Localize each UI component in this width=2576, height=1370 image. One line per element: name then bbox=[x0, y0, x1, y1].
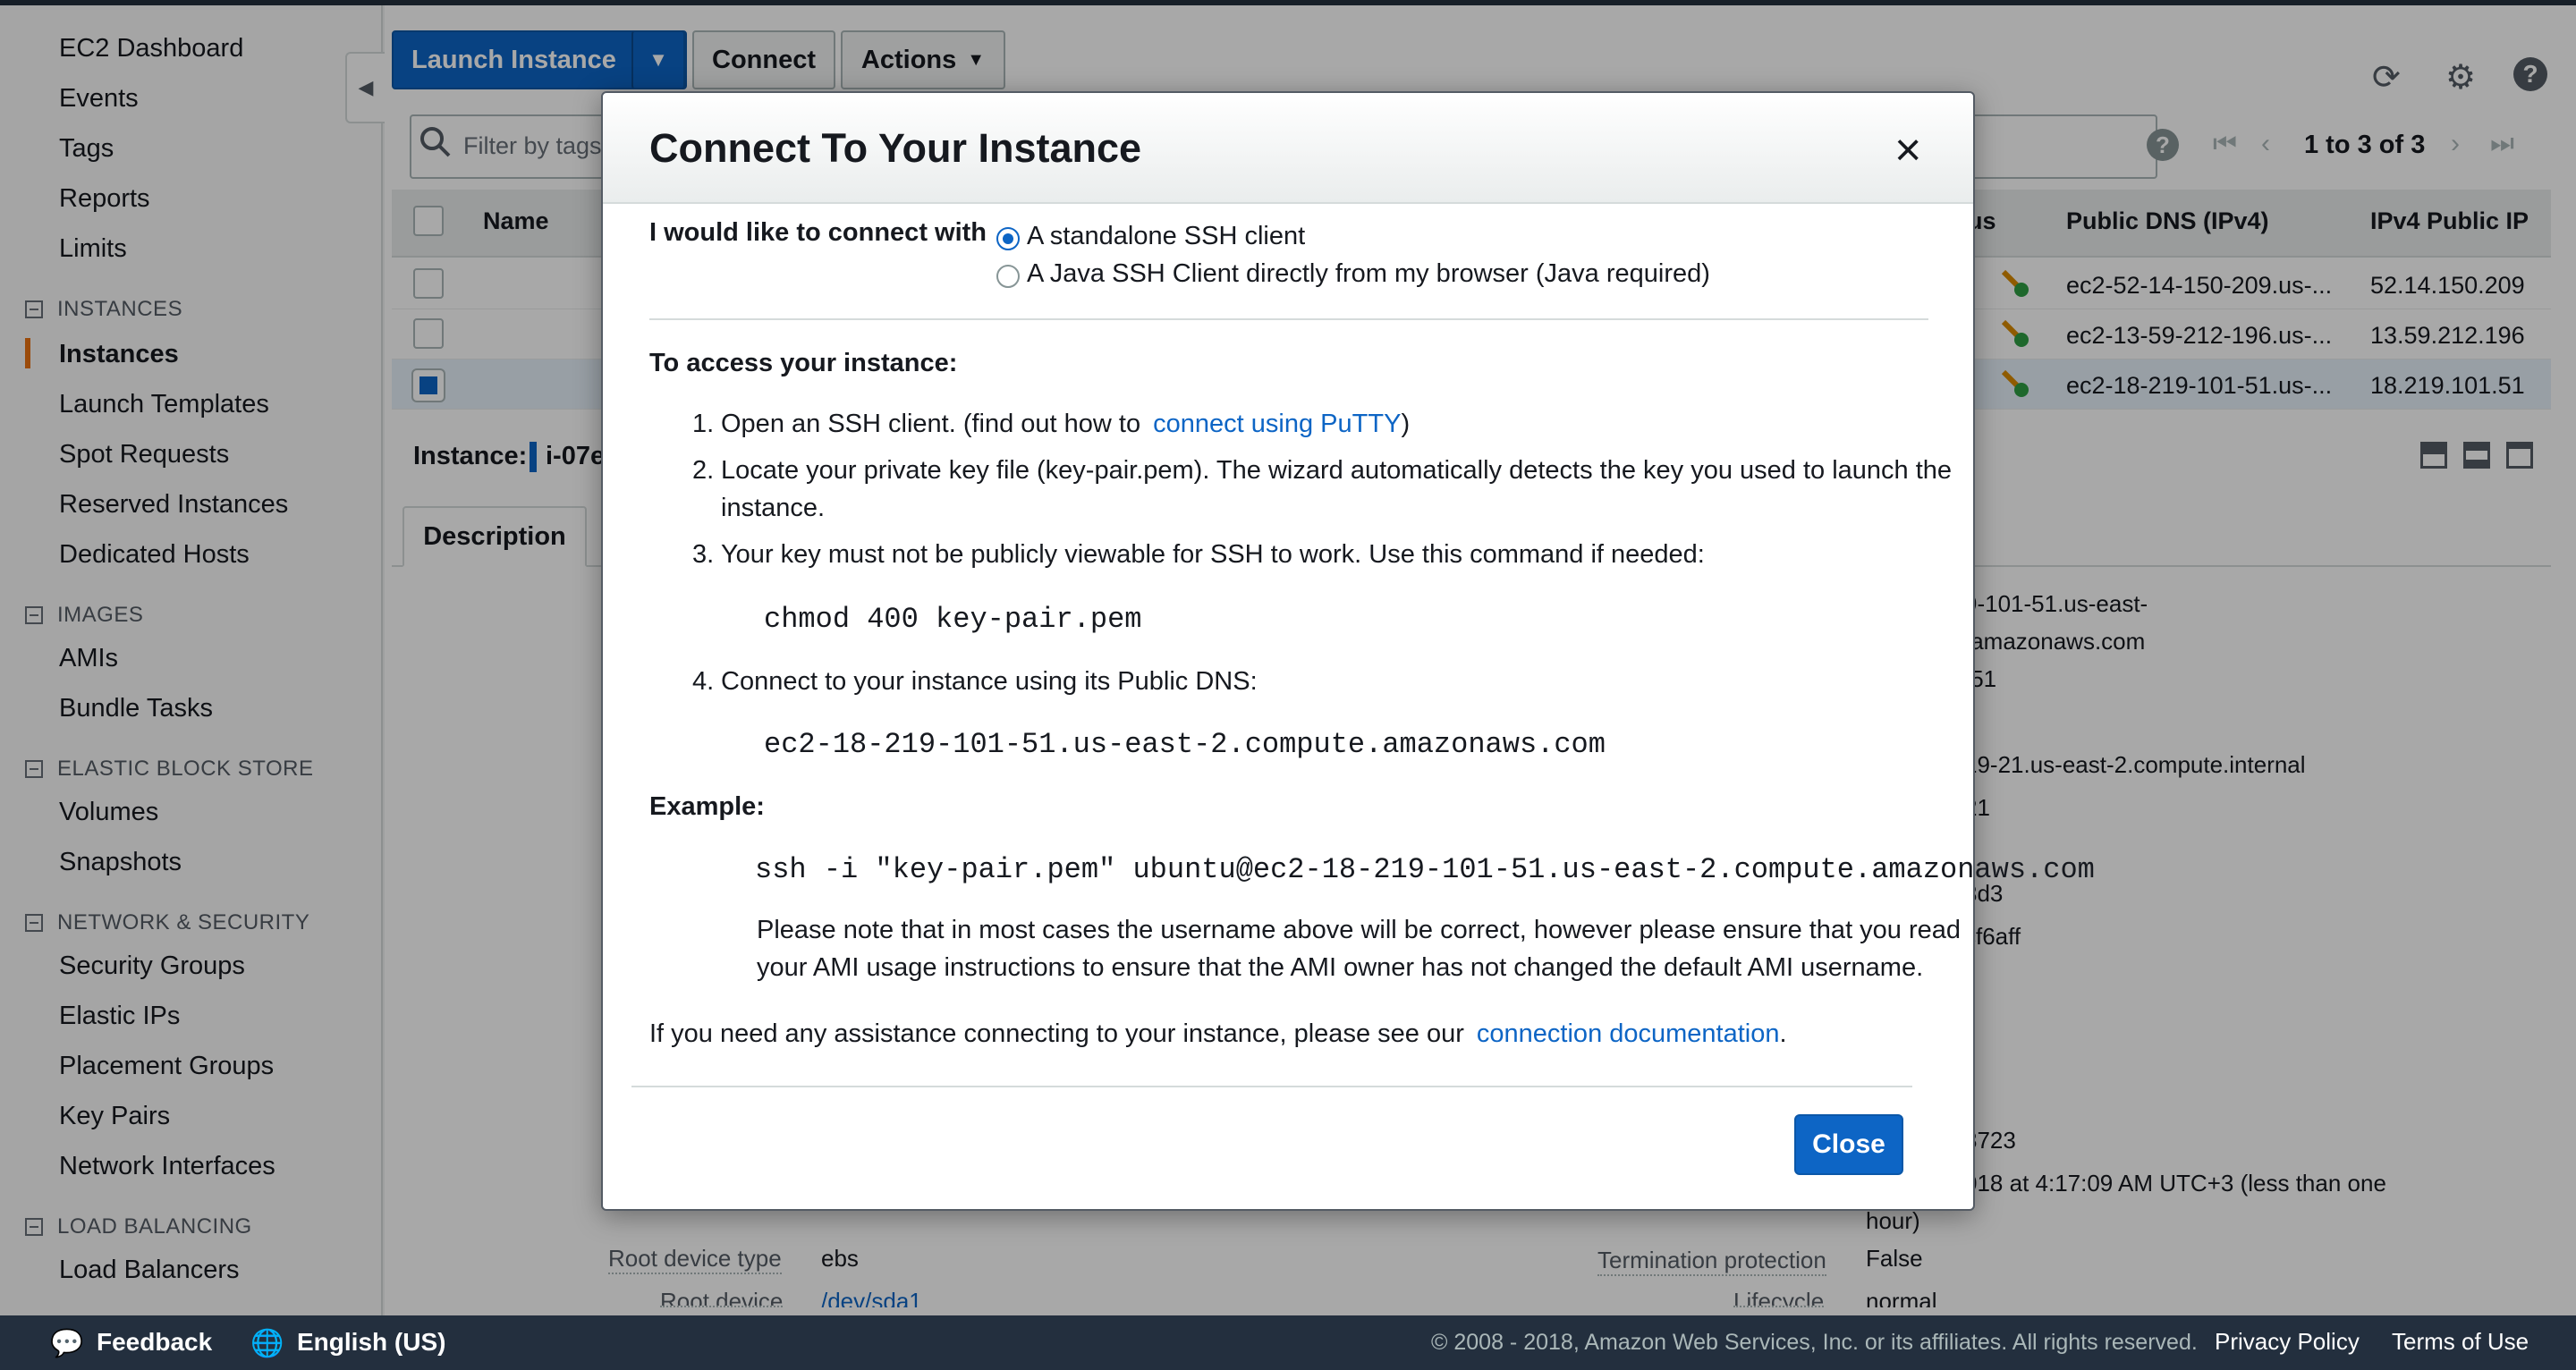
connect-instance-dialog: Connect To Your Instance × I would like … bbox=[601, 91, 2095, 1211]
language-selector[interactable]: English (US) bbox=[297, 1328, 445, 1357]
close-button-label: Close bbox=[1812, 1129, 1885, 1159]
divider bbox=[649, 318, 1928, 320]
radio-java-ssh[interactable] bbox=[996, 265, 1020, 288]
connect-with-label: I would like to connect with bbox=[649, 218, 987, 247]
close-icon[interactable]: × bbox=[1894, 127, 1921, 173]
feedback-link[interactable]: Feedback bbox=[97, 1328, 212, 1357]
assistance-text-content: If you need any assistance connecting to… bbox=[649, 1019, 1464, 1048]
assistance-end: . bbox=[1779, 1019, 1787, 1048]
terms-of-use-link[interactable]: Terms of Use bbox=[2392, 1328, 2529, 1356]
note-text-line2: your AMI usage instructions to ensure th… bbox=[757, 953, 1924, 982]
step1-text: Open an SSH client. (find out how to con… bbox=[721, 410, 1410, 439]
dialog-header: Connect To Your Instance × bbox=[603, 93, 1973, 204]
public-dns-value: ec2-18-219-101-51.us-east-2.compute.amaz… bbox=[764, 728, 1606, 761]
close-button[interactable]: Close bbox=[1794, 1114, 1903, 1175]
step2-text-line2: instance. bbox=[721, 494, 826, 522]
step-number: 3. bbox=[692, 540, 715, 569]
step-number: 2. bbox=[692, 456, 715, 485]
step4-text: Connect to your instance using its Publi… bbox=[721, 667, 1258, 696]
connection-documentation-link[interactable]: connection documentation bbox=[1477, 1019, 1780, 1048]
chat-bubble-icon: 💬 bbox=[50, 1329, 84, 1358]
assistance-text: If you need any assistance connecting to… bbox=[649, 1019, 1787, 1049]
example-heading: Example: bbox=[649, 792, 765, 821]
putty-link[interactable]: connect using PuTTY bbox=[1153, 410, 1401, 438]
step2-text-line1: Locate your private key file (key-pair.p… bbox=[721, 456, 1953, 485]
radio-standalone-ssh[interactable] bbox=[996, 227, 1020, 250]
option-java-ssh-label[interactable]: A Java SSH Client directly from my brows… bbox=[1027, 259, 1710, 289]
step1-text-content: Open an SSH client. (find out how to bbox=[721, 410, 1141, 438]
footer: 💬 Feedback 🌐 English (US) © 2008 - 2018,… bbox=[0, 1315, 2576, 1370]
step3-text: Your key must not be publicly viewable f… bbox=[721, 540, 1705, 569]
dialog-title: Connect To Your Instance bbox=[649, 125, 1142, 171]
step1-end: ) bbox=[1401, 410, 1411, 438]
option-standalone-ssh-label[interactable]: A standalone SSH client bbox=[1027, 222, 1305, 251]
step-number: 4. bbox=[692, 667, 715, 696]
note-text-line1: Please note that in most cases the usern… bbox=[757, 916, 1962, 944]
ssh-example-command: ssh -i "key-pair.pem" ubuntu@ec2-18-219-… bbox=[755, 853, 2095, 886]
chmod-command: chmod 400 key-pair.pem bbox=[764, 603, 1142, 636]
footer-divider bbox=[631, 1086, 1912, 1087]
copyright-text: © 2008 - 2018, Amazon Web Services, Inc.… bbox=[1431, 1330, 2198, 1355]
globe-icon: 🌐 bbox=[250, 1329, 284, 1358]
access-heading: To access your instance: bbox=[649, 349, 958, 377]
step-number: 1. bbox=[692, 410, 715, 438]
privacy-policy-link[interactable]: Privacy Policy bbox=[2215, 1328, 2360, 1356]
